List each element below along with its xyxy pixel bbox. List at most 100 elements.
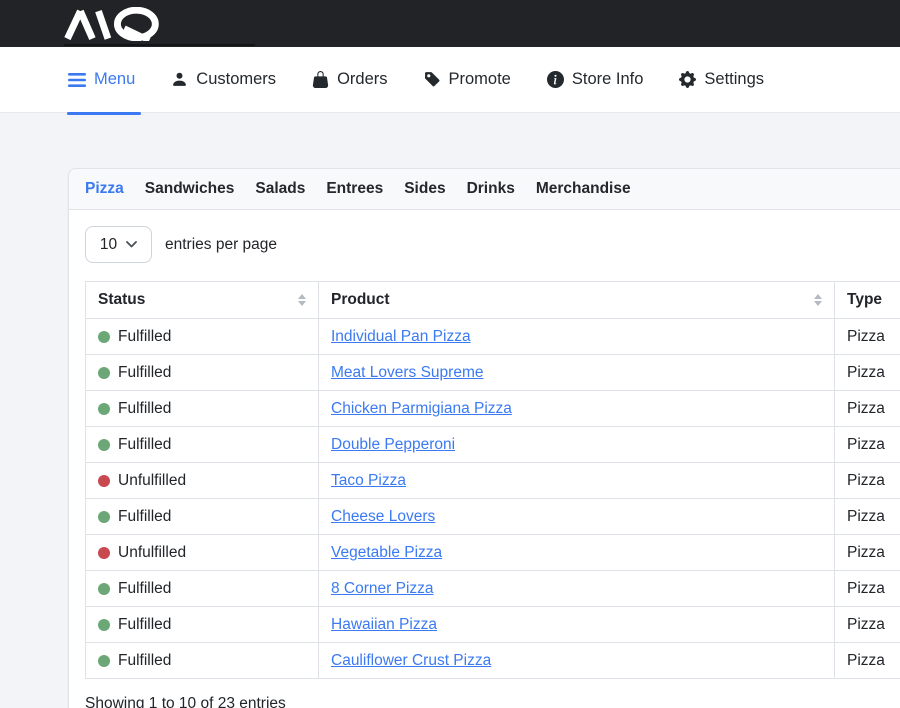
product-link[interactable]: Chicken Parmigiana Pizza [331, 400, 512, 417]
column-header-status[interactable]: Status [86, 282, 319, 319]
tab-sides[interactable]: Sides [404, 180, 445, 198]
nav-item-orders[interactable]: Orders [312, 47, 387, 112]
nav-item-promote[interactable]: Promote [424, 47, 511, 112]
main-navigation: Menu Customers Orders Promote Store Info… [0, 47, 900, 113]
product-link[interactable]: Cauliflower Crust Pizza [331, 652, 491, 669]
status-dot [98, 583, 110, 595]
type-value: Pizza [847, 472, 885, 489]
nav-label-store-promote: Promote [449, 70, 511, 89]
sort-icon[interactable] [298, 294, 306, 306]
tab-pizza[interactable]: Pizza [85, 180, 124, 198]
status-label: Fulfilled [118, 435, 171, 454]
status-dot [98, 403, 110, 415]
nav-label-orders: Orders [337, 70, 387, 89]
entries-per-page-label: entries per page [165, 236, 277, 254]
page-content: Pizza Sandwiches Salads Entrees Sides Dr… [0, 113, 900, 708]
table-row: Unfulfilled Vegetable Pizza Pizza [86, 535, 900, 571]
table-row: Fulfilled Hawaiian Pizza Pizza [86, 607, 900, 643]
aiq-logo-icon [64, 7, 176, 41]
nav-item-customers[interactable]: Customers [171, 47, 276, 112]
nav-label-customers: Customers [196, 70, 276, 89]
tab-merchandise[interactable]: Merchandise [536, 180, 631, 198]
product-header-label: Product [331, 290, 390, 310]
top-app-bar [0, 0, 900, 47]
tag-icon [424, 71, 441, 88]
product-link[interactable]: 8 Corner Pizza [331, 580, 434, 597]
status-dot [98, 619, 110, 631]
product-link[interactable]: Cheese Lovers [331, 508, 435, 525]
nav-item-store-info[interactable]: Store Info [547, 47, 644, 112]
products-table: Status Product Type [85, 281, 900, 679]
status-dot [98, 511, 110, 523]
type-value: Pizza [847, 328, 885, 345]
product-link[interactable]: Meat Lovers Supreme [331, 364, 484, 381]
tab-salads[interactable]: Salads [255, 180, 305, 198]
table-controls: 10 entries per page [85, 226, 900, 263]
person-icon [171, 71, 188, 88]
status-label: Fulfilled [118, 327, 171, 346]
status-dot [98, 439, 110, 451]
column-header-type: Type [835, 282, 900, 319]
brand-logo[interactable] [64, 7, 176, 46]
type-value: Pizza [847, 652, 885, 669]
menu-card: Pizza Sandwiches Salads Entrees Sides Dr… [68, 168, 900, 708]
type-value: Pizza [847, 508, 885, 525]
table-row: Fulfilled Cheese Lovers Pizza [86, 499, 900, 535]
logo-underline [64, 44, 255, 46]
status-label: Fulfilled [118, 399, 171, 418]
status-label: Fulfilled [118, 363, 171, 382]
chevron-down-icon [126, 241, 137, 248]
hamburger-icon [68, 73, 86, 87]
nav-label-store-info: Store Info [572, 70, 644, 89]
status-label: Unfulfilled [118, 471, 186, 490]
table-row: Unfulfilled Taco Pizza Pizza [86, 463, 900, 499]
gear-icon [679, 71, 696, 88]
type-header-label: Type [847, 290, 882, 310]
status-dot [98, 367, 110, 379]
nav-item-menu[interactable]: Menu [68, 47, 135, 112]
entries-per-page-select[interactable]: 10 [85, 226, 152, 263]
nav-label-menu: Menu [94, 70, 135, 89]
card-body: 10 entries per page Status [69, 210, 900, 708]
sort-icon[interactable] [814, 294, 822, 306]
bag-icon [312, 71, 329, 88]
type-value: Pizza [847, 400, 885, 417]
entries-select-value: 10 [100, 236, 117, 254]
active-nav-underline [67, 112, 141, 115]
product-link[interactable]: Double Pepperoni [331, 436, 455, 453]
type-value: Pizza [847, 436, 885, 453]
table-summary: Showing 1 to 10 of 23 entries [85, 695, 900, 708]
type-value: Pizza [847, 616, 885, 633]
table-row: Fulfilled Meat Lovers Supreme Pizza [86, 355, 900, 391]
status-dot [98, 655, 110, 667]
table-row: Fulfilled 8 Corner Pizza Pizza [86, 571, 900, 607]
status-label: Fulfilled [118, 579, 171, 598]
status-dot [98, 331, 110, 343]
status-header-label: Status [98, 290, 145, 310]
nav-label-settings: Settings [704, 70, 764, 89]
status-label: Fulfilled [118, 615, 171, 634]
nav-item-settings[interactable]: Settings [679, 47, 764, 112]
product-link[interactable]: Hawaiian Pizza [331, 616, 437, 633]
type-value: Pizza [847, 544, 885, 561]
status-label: Unfulfilled [118, 543, 186, 562]
status-dot [98, 547, 110, 559]
table-header-row: Status Product Type [86, 282, 900, 319]
type-value: Pizza [847, 580, 885, 597]
status-label: Fulfilled [118, 507, 171, 526]
product-link[interactable]: Individual Pan Pizza [331, 328, 471, 345]
table-row: Fulfilled Double Pepperoni Pizza [86, 427, 900, 463]
info-icon [547, 71, 564, 88]
category-tabs: Pizza Sandwiches Salads Entrees Sides Dr… [69, 169, 900, 210]
tab-drinks[interactable]: Drinks [467, 180, 515, 198]
product-link[interactable]: Vegetable Pizza [331, 544, 442, 561]
table-row: Fulfilled Individual Pan Pizza Pizza [86, 319, 900, 355]
status-dot [98, 475, 110, 487]
tab-sandwiches[interactable]: Sandwiches [145, 180, 235, 198]
table-row: Fulfilled Chicken Parmigiana Pizza Pizza [86, 391, 900, 427]
status-label: Fulfilled [118, 651, 171, 670]
table-row: Fulfilled Cauliflower Crust Pizza Pizza [86, 643, 900, 679]
column-header-product[interactable]: Product [319, 282, 835, 319]
tab-entrees[interactable]: Entrees [326, 180, 383, 198]
product-link[interactable]: Taco Pizza [331, 472, 406, 489]
